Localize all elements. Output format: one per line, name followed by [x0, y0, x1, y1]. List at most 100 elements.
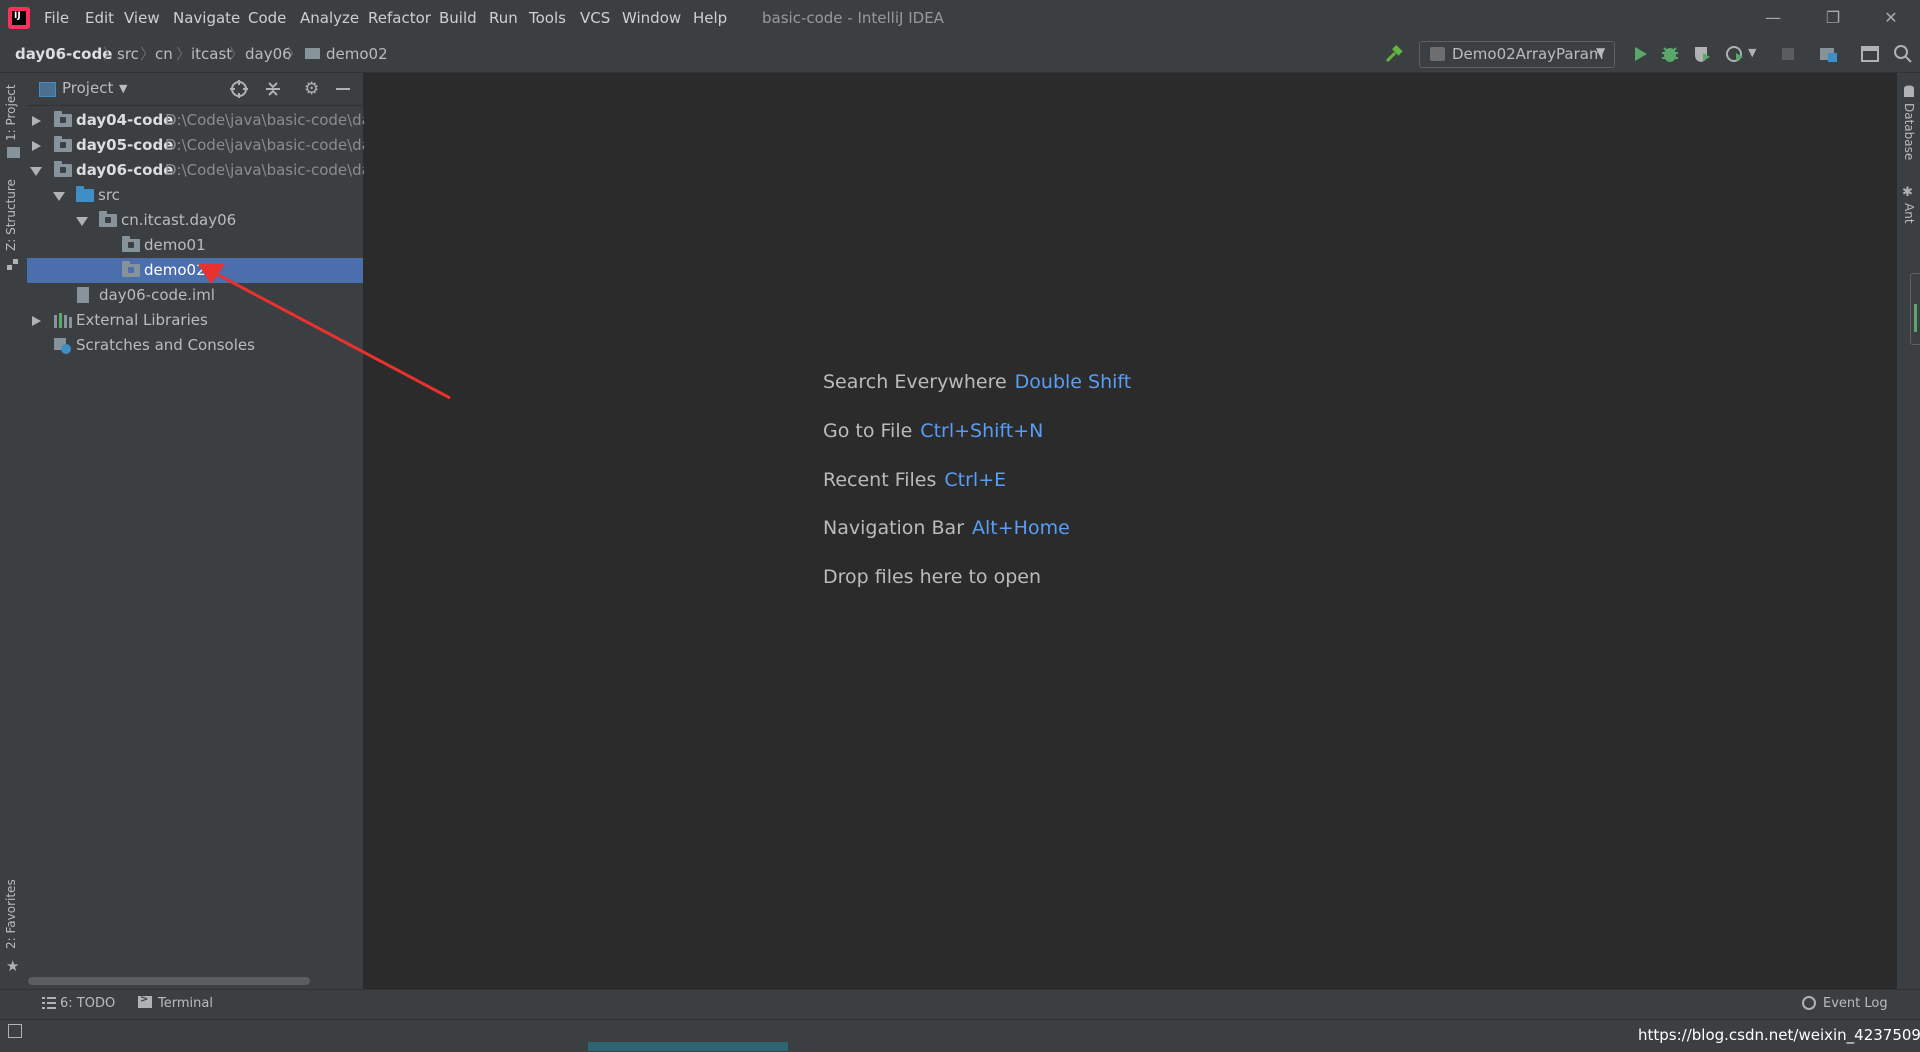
run-icon[interactable] [1630, 44, 1650, 64]
menu-navigate[interactable]: Navigate [173, 0, 240, 36]
tab-structure[interactable]: Z: Structure [4, 179, 18, 251]
star-icon: ★ [6, 957, 20, 975]
menu-tools[interactable]: Tools [529, 0, 566, 36]
expand-arrow-icon[interactable] [32, 141, 41, 151]
progress-strip [588, 1042, 788, 1051]
iml-file-icon [77, 287, 89, 303]
tab-favorites[interactable]: 2: Favorites [4, 879, 18, 949]
left-tool-stripe: 1: Project Z: Structure 2: Favorites ★ [0, 73, 28, 989]
source-folder-icon [76, 186, 94, 202]
run-configuration-dropdown[interactable]: Demo02ArrayParam ▼ [1419, 41, 1615, 68]
breadcrumb-day06-code[interactable]: day06-code [15, 36, 112, 72]
collapse-arrow-icon[interactable] [30, 167, 42, 176]
stop-icon[interactable] [1778, 44, 1798, 64]
hint-search-everywhere: Search Everywhere Double Shift [823, 371, 1132, 393]
tab-database[interactable]: Database [1902, 103, 1916, 160]
shortcut-label: Double Shift [1014, 371, 1132, 393]
csdn-watermark: https://blog.csdn.net/weixin_42375099 [1638, 1026, 1920, 1044]
close-button[interactable]: ✕ [1868, 0, 1914, 36]
breadcrumb-separator-icon: 〉 [140, 45, 156, 63]
menu-build[interactable]: Build [439, 0, 477, 36]
presentation-icon[interactable] [1860, 44, 1880, 64]
breadcrumb-demo02[interactable]: demo02 [326, 36, 388, 72]
tree-item-src[interactable]: src [27, 183, 363, 208]
module-path-hint: D:\Code\java\basic-code\day [165, 161, 380, 179]
breadcrumb-separator-icon: 〉 [103, 45, 119, 63]
module-folder-icon [54, 161, 72, 177]
project-view-icon [39, 82, 56, 97]
collapse-all-icon[interactable] [264, 80, 282, 98]
project-panel-header: Project ▼ ⚙ [27, 73, 363, 106]
search-everywhere-icon[interactable] [1893, 44, 1913, 64]
menu-help[interactable]: Help [693, 0, 727, 36]
tree-item-label: day05-code [76, 136, 174, 154]
library-icon [54, 313, 72, 328]
breadcrumb-itcast[interactable]: itcast [191, 36, 232, 72]
chevron-down-icon[interactable]: ▼ [119, 82, 127, 95]
breadcrumb-src[interactable]: src [117, 36, 139, 72]
breadcrumb-separator-icon: 〉 [229, 45, 245, 63]
chevron-down-icon[interactable]: ▼ [1748, 46, 1756, 59]
right-tool-stripe: Database ✱ Ant [1896, 73, 1920, 989]
breadcrumb-day06[interactable]: day06 [245, 36, 292, 72]
title-bar [0, 0, 1920, 36]
menu-analyze[interactable]: Analyze [300, 0, 359, 36]
menu-refactor[interactable]: Refactor [368, 0, 431, 36]
intellij-logo-icon: IJ [8, 7, 30, 29]
hint-recent-files: Recent Files Ctrl+E [823, 469, 1007, 491]
hint-drop-files: Drop files here to open [823, 566, 1042, 588]
tree-item-label: demo01 [144, 236, 206, 254]
locate-target-icon[interactable] [230, 80, 248, 98]
breadcrumb-separator-icon: 〉 [287, 45, 303, 63]
project-folder-icon [7, 147, 20, 158]
memory-indicator [1910, 273, 1920, 345]
project-view-title[interactable]: Project [62, 79, 113, 97]
restore-button[interactable]: ❐ [1810, 0, 1856, 36]
menu-code[interactable]: Code [248, 0, 286, 36]
menu-file[interactable]: File [44, 0, 69, 36]
tree-item-day04-code[interactable]: day04-code D:\Code\java\basic-code\day [27, 108, 380, 133]
package-folder-icon [305, 48, 320, 59]
menu-window[interactable]: Window [622, 0, 681, 36]
package-folder-icon [99, 211, 117, 227]
tool-window-bar [0, 989, 1920, 1020]
tree-item-package-cn-itcast-day06[interactable]: cn.itcast.day06 [27, 208, 363, 233]
menu-run[interactable]: Run [489, 0, 518, 36]
coverage-icon[interactable] [1692, 44, 1712, 64]
collapse-arrow-icon[interactable] [53, 192, 65, 201]
shortcut-label: Ctrl+E [944, 469, 1007, 491]
project-structure-icon[interactable] [1818, 44, 1838, 64]
debug-icon[interactable] [1660, 44, 1680, 64]
horizontal-scrollbar[interactable] [28, 977, 310, 985]
tree-item-day06-code[interactable]: day06-code D:\Code\java\basic-code\day [27, 158, 380, 183]
expand-arrow-icon[interactable] [32, 116, 41, 126]
build-hammer-icon[interactable] [1384, 44, 1404, 64]
toggle-tool-windows-icon[interactable] [8, 1024, 22, 1038]
menu-edit[interactable]: Edit [85, 0, 114, 36]
breadcrumb-separator-icon: 〉 [176, 45, 192, 63]
event-log-tab[interactable]: Event Log [1823, 989, 1888, 1019]
collapse-arrow-icon[interactable] [76, 217, 88, 226]
expand-arrow-icon[interactable] [32, 316, 41, 326]
profile-icon[interactable] [1725, 44, 1745, 64]
terminal-tab[interactable]: Terminal [158, 989, 213, 1019]
annotation-arrow-icon [198, 264, 451, 400]
menu-vcs[interactable]: VCS [580, 0, 610, 36]
tab-project[interactable]: 1: Project [4, 84, 18, 141]
list-icon [42, 997, 56, 1009]
hide-panel-icon[interactable] [336, 88, 350, 90]
gear-icon[interactable]: ⚙ [304, 79, 319, 99]
hint-navigation-bar: Navigation Bar Alt+Home [823, 517, 1070, 539]
terminal-icon: > [138, 994, 152, 1008]
tree-item-demo01[interactable]: demo01 [27, 233, 363, 258]
package-folder-icon [122, 236, 140, 252]
menu-view[interactable]: View [124, 0, 160, 36]
database-icon [1903, 85, 1915, 99]
tree-item-day05-code[interactable]: day05-code D:\Code\java\basic-code\day [27, 133, 380, 158]
structure-icon [7, 259, 19, 271]
minimize-button[interactable]: — [1750, 0, 1796, 36]
tab-ant[interactable]: Ant [1902, 203, 1916, 224]
java-class-icon [1430, 47, 1445, 61]
todo-tab[interactable]: 6: TODO [60, 989, 115, 1019]
breadcrumb-cn[interactable]: cn [155, 36, 173, 72]
